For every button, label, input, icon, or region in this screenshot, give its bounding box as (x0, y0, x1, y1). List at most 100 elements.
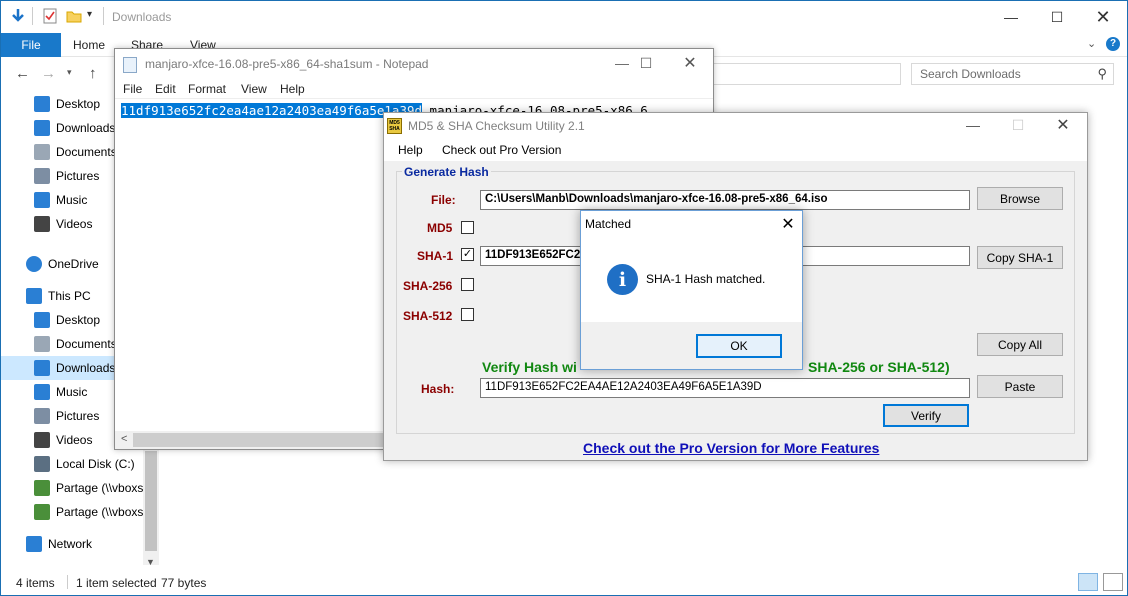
status-bar: 4 items 1 item selected 77 bytes (1, 571, 1127, 595)
search-input[interactable]: Search Downloads ⚲ (911, 63, 1114, 85)
back-arrow-icon[interactable]: ← (15, 65, 30, 82)
onedrive-icon (26, 256, 42, 272)
dialog-title: Matched (585, 217, 632, 231)
this-pc-icon (26, 288, 42, 304)
download-icon (34, 360, 50, 376)
nav-item-label: Music (56, 385, 88, 399)
paste-button[interactable]: Paste (977, 375, 1063, 398)
nav-item-label: This PC (48, 289, 91, 303)
horizontal-scrollbar-thumb[interactable] (133, 433, 383, 447)
logo-text: MD5 SHA (389, 120, 400, 132)
pictures-icon (34, 408, 50, 424)
close-icon[interactable]: ✕ (667, 49, 713, 77)
address-bar[interactable] (701, 63, 901, 85)
customize-qat-icon[interactable]: ▾ (87, 9, 92, 20)
browse-button[interactable]: Browse (977, 187, 1063, 210)
properties-icon[interactable] (41, 7, 59, 25)
dialog-message: SHA-1 Hash matched. (646, 272, 766, 286)
nav-item-label: Partage (\\vboxs (56, 481, 143, 495)
nav-scrollbar-thumb[interactable] (145, 451, 157, 551)
large-icons-view-icon[interactable] (1103, 573, 1123, 591)
sidebar-item-network[interactable]: Network (1, 532, 143, 556)
menu-help[interactable]: Help (398, 143, 423, 157)
close-icon[interactable]: ✕ (1040, 113, 1086, 137)
sidebar-item-pc-7[interactable]: Partage (\\vboxs (1, 476, 143, 500)
matched-dialog: Matched ✕ i SHA-1 Hash matched. OK (580, 210, 803, 370)
explorer-titlebar: ▾ Downloads — ☐ ✕ (1, 1, 1127, 33)
ok-button[interactable]: OK (696, 334, 782, 358)
nav-item-label: Desktop (56, 313, 101, 327)
help-icon[interactable]: ? (1106, 37, 1120, 51)
sha512-label: SHA-512 (403, 309, 453, 323)
sidebar-item-pc-6[interactable]: Local Disk (C:) (1, 452, 143, 476)
close-icon[interactable]: ✕ (777, 214, 799, 234)
nav-item-label: Videos (56, 217, 93, 231)
scroll-left-icon[interactable]: < (121, 433, 127, 445)
notepad-menubar: File Edit Format View Help (115, 79, 713, 99)
music-icon (34, 384, 50, 400)
nav-item-label: OneDrive (48, 257, 99, 271)
status-item-count: 4 items (16, 576, 55, 590)
menu-help[interactable]: Help (280, 82, 305, 96)
sha256-checkbox[interactable] (461, 278, 474, 291)
new-folder-icon[interactable] (65, 7, 83, 25)
documents-icon (34, 336, 50, 352)
scroll-down-icon[interactable]: ▼ (146, 557, 155, 567)
nav-item-label: Pictures (56, 409, 100, 423)
copy-sha1-button[interactable]: Copy SHA-1 (977, 246, 1063, 269)
maximize-icon[interactable]: ☐ (1034, 1, 1080, 33)
documents-icon (34, 144, 50, 160)
videos-icon (34, 216, 50, 232)
nav-item-label: Partage (\\vboxs (56, 505, 143, 519)
network-drive-icon (34, 480, 50, 496)
nav-item-label: Downloads (56, 361, 116, 375)
notepad-icon (123, 57, 137, 73)
tab-file[interactable]: File (1, 33, 61, 57)
details-view-icon[interactable] (1078, 573, 1098, 591)
hash-label: Hash: (421, 382, 455, 396)
close-icon[interactable]: ✕ (1080, 1, 1126, 33)
verify-hash-heading: Verify Hash wi (482, 359, 577, 375)
network-icon (26, 536, 42, 552)
copy-all-button[interactable]: Copy All (977, 333, 1063, 356)
maximize-icon[interactable]: ☐ (623, 49, 669, 77)
search-placeholder: Search Downloads (920, 67, 1021, 81)
sha1-checkbox[interactable]: ✓ (461, 248, 474, 261)
chevron-down-icon[interactable]: ⌄ (1087, 37, 1096, 50)
menu-edit[interactable]: Edit (155, 82, 176, 96)
md5-checkbox[interactable] (461, 221, 474, 234)
menu-file[interactable]: File (123, 82, 142, 96)
sha1-label: SHA-1 (417, 249, 454, 263)
recent-locations-icon[interactable]: ▾ (67, 67, 72, 78)
generate-hash-legend: Generate Hash (402, 165, 491, 179)
nav-item-label: Local Disk (C:) (56, 457, 135, 471)
minimize-icon[interactable]: — (988, 1, 1034, 33)
up-arrow-icon[interactable]: ↑ (89, 65, 97, 82)
nav-item-label: Pictures (56, 169, 100, 183)
verify-button[interactable]: Verify (883, 404, 969, 427)
sidebar-item-pc-8[interactable]: Partage (\\vboxs (1, 500, 143, 524)
tab-home[interactable]: Home (73, 38, 105, 52)
utility-menubar: Help Check out Pro Version (384, 139, 1087, 161)
minimize-icon[interactable]: — (950, 113, 996, 137)
drive-icon (34, 456, 50, 472)
file-path-field[interactable]: C:\Users\Manb\Downloads\manjaro-xfce-16.… (480, 190, 970, 210)
selected-hash-text: 11df913e652fc2ea4ae12a2403ea49f6a5e1a39d (121, 103, 423, 118)
info-icon: i (607, 264, 638, 295)
notepad-title: manjaro-xfce-16.08-pre5-x86_64-sha1sum -… (145, 57, 429, 71)
videos-icon (34, 432, 50, 448)
nav-item-label: Music (56, 193, 88, 207)
download-arrow-icon[interactable] (9, 7, 27, 25)
nav-item-label: Desktop (56, 97, 101, 111)
sha512-checkbox[interactable] (461, 308, 474, 321)
menu-view[interactable]: View (241, 82, 267, 96)
menu-format[interactable]: Format (188, 82, 226, 96)
menu-pro-version[interactable]: Check out Pro Version (442, 143, 561, 157)
titlebar-divider (32, 7, 33, 25)
nav-item-label: Downloads (56, 121, 116, 135)
pro-version-link[interactable]: Check out the Pro Version for More Featu… (583, 440, 879, 456)
music-icon (34, 192, 50, 208)
forward-arrow-icon[interactable]: → (41, 65, 56, 82)
utility-titlebar: MD5 SHA MD5 & SHA Checksum Utility 2.1 —… (384, 113, 1087, 139)
hash-input[interactable]: 11DF913E652FC2EA4AE12A2403EA49F6A5E1A39D (480, 378, 970, 398)
